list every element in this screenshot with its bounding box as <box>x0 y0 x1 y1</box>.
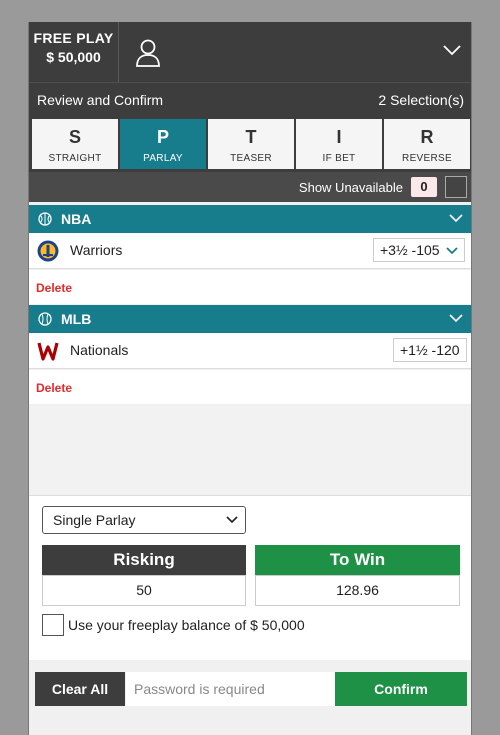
team-name: Warriors <box>70 242 123 258</box>
tab-straight[interactable]: S STRAIGHT <box>32 119 118 169</box>
tab-letter: S <box>68 127 81 147</box>
delete-link[interactable]: Delete <box>36 381 72 395</box>
tab-label: PARLAY <box>143 153 183 164</box>
baseball-icon <box>38 312 52 326</box>
tab-label: REVERSE <box>402 153 452 164</box>
tab-parlay[interactable]: P PARLAY <box>120 119 206 169</box>
risking-input[interactable]: 50 <box>42 575 246 606</box>
free-play-balance: FREE PLAY $ 50,000 <box>29 22 119 82</box>
chevron-down-icon <box>446 247 459 255</box>
bet-slip: FREE PLAY $ 50,000 Review and Confirm 2 … <box>28 22 472 735</box>
tab-reverse[interactable]: R REVERSE <box>384 119 470 169</box>
odds-value-box: +1½ -120 <box>393 338 467 362</box>
parlay-type-select[interactable]: Single Parlay <box>42 506 246 534</box>
review-bar: Review and Confirm 2 Selection(s) <box>29 82 471 116</box>
sport-header-nba[interactable]: NBA <box>29 205 471 233</box>
chevron-down-icon[interactable] <box>449 214 463 223</box>
chevron-down-icon <box>226 516 238 524</box>
sport-header-mlb[interactable]: MLB <box>29 305 471 333</box>
chevron-down-icon[interactable] <box>443 44 461 56</box>
tab-label: IF BET <box>322 153 356 164</box>
team-name: Nationals <box>70 342 129 358</box>
delete-row: Delete <box>29 270 471 304</box>
empty-area <box>29 406 471 496</box>
odds-value: +1½ -120 <box>400 342 460 358</box>
unavailable-count-badge: 0 <box>411 177 437 197</box>
nationals-logo <box>37 342 59 361</box>
wager-panel: Single Parlay Risking To Win 50 128.96 U… <box>29 496 471 660</box>
show-unavailable-checkbox[interactable] <box>445 176 467 198</box>
tab-letter: I <box>336 127 342 147</box>
sport-name: MLB <box>61 311 92 327</box>
show-unavailable-bar: Show Unavailable 0 <box>29 172 471 202</box>
bet-type-bar: S STRAIGHT P PARLAY T TEASER I IF BET R … <box>29 116 471 172</box>
delete-link[interactable]: Delete <box>36 281 72 295</box>
review-title: Review and Confirm <box>37 92 164 108</box>
tab-letter: R <box>420 127 434 147</box>
password-input[interactable] <box>126 672 335 706</box>
tab-if-bet[interactable]: I IF BET <box>296 119 382 169</box>
tab-letter: T <box>245 127 257 147</box>
tab-label: STRAIGHT <box>48 153 102 164</box>
tab-letter: P <box>156 127 169 147</box>
footer-bar: Clear All Confirm <box>29 660 471 735</box>
tab-label: TEASER <box>230 153 272 164</box>
to-win-input[interactable]: 128.96 <box>255 575 460 606</box>
sport-name: NBA <box>61 211 92 227</box>
freeplay-label: Use your freeplay balance of $ 50,000 <box>68 617 305 633</box>
user-icon[interactable] <box>135 38 161 68</box>
selection-count: 2 Selection(s) <box>378 92 464 108</box>
selection-row-nationals: Nationals +1½ -120 <box>29 333 471 369</box>
top-bar: FREE PLAY $ 50,000 <box>29 22 471 82</box>
show-unavailable-label: Show Unavailable <box>298 180 403 195</box>
chevron-down-icon[interactable] <box>449 314 463 323</box>
odds-value: +3½ -105 <box>380 242 440 258</box>
free-play-label: FREE PLAY <box>33 30 114 46</box>
delete-row: Delete <box>29 370 471 404</box>
odds-select[interactable]: +3½ -105 <box>373 238 466 262</box>
to-win-header: To Win <box>255 545 460 575</box>
tab-teaser[interactable]: T TEASER <box>208 119 294 169</box>
risking-header: Risking <box>42 545 246 575</box>
warriors-logo <box>37 240 59 262</box>
clear-all-button[interactable]: Clear All <box>35 672 125 706</box>
freeplay-checkbox[interactable] <box>42 614 64 636</box>
parlay-type-value: Single Parlay <box>53 512 136 528</box>
selection-row-warriors: Warriors +3½ -105 <box>29 233 471 269</box>
confirm-button[interactable]: Confirm <box>335 672 467 706</box>
basketball-icon <box>38 212 52 226</box>
balance-amount: $ 50,000 <box>46 49 101 65</box>
